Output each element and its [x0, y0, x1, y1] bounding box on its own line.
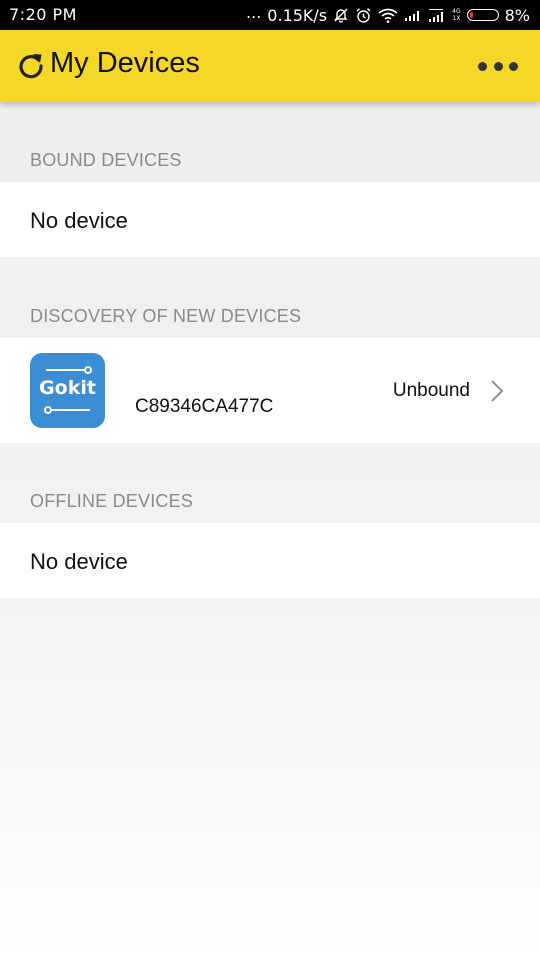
device-status: Unbound: [392, 380, 470, 401]
gokit-logo: Gokit: [30, 353, 105, 428]
device-row[interactable]: Gokit C89346CA477C Unbound: [0, 338, 540, 443]
alarm-icon: [356, 7, 371, 23]
network-type-bottom: 1X: [452, 15, 461, 22]
section-header-discovery: DISCOVERY OF NEW DEVICES: [30, 306, 302, 326]
refresh-icon[interactable]: [16, 51, 46, 81]
more-options-button[interactable]: [478, 60, 518, 72]
section-header-bound: BOUND DEVICES: [30, 150, 182, 170]
battery-icon: [466, 9, 499, 21]
status-dots: ...: [246, 2, 262, 22]
more-horizontal-icon: [478, 61, 487, 71]
gokit-logo-text: Gokit: [39, 377, 96, 399]
bound-device-row: No device: [0, 182, 540, 257]
more-horizontal-icon: [509, 61, 518, 71]
battery-level: [469, 12, 473, 18]
status-time: 7:20 PM: [9, 5, 77, 24]
network-type: 4G 1X: [452, 8, 460, 22]
chevron-right-icon: [491, 380, 504, 402]
page-title: My Devices: [50, 47, 200, 79]
app-bar: My Devices: [0, 30, 540, 102]
battery-percent: 8%: [504, 5, 530, 25]
more-horizontal-icon: [493, 61, 503, 71]
wifi-icon: [378, 8, 398, 23]
status-bar: 7:20 PM ... 0.15K/s 4G 1X 8%: [0, 0, 540, 30]
signal-icon: [405, 11, 420, 21]
network-type-top: 4G: [452, 8, 461, 15]
status-icons: ... 0.15K/s 4G 1X 8%: [246, 0, 530, 30]
device-mac: C89346CA477C: [135, 396, 274, 417]
bound-empty-text: No device: [30, 208, 128, 233]
section-header-offline: OFFLINE DEVICES: [30, 491, 194, 511]
offline-device-row: No device: [0, 523, 540, 598]
network-speed: 0.15K/s: [267, 5, 328, 25]
offline-empty-text: No device: [30, 549, 128, 574]
signal-icon: [429, 9, 444, 22]
notifications-off-icon: [334, 8, 348, 23]
